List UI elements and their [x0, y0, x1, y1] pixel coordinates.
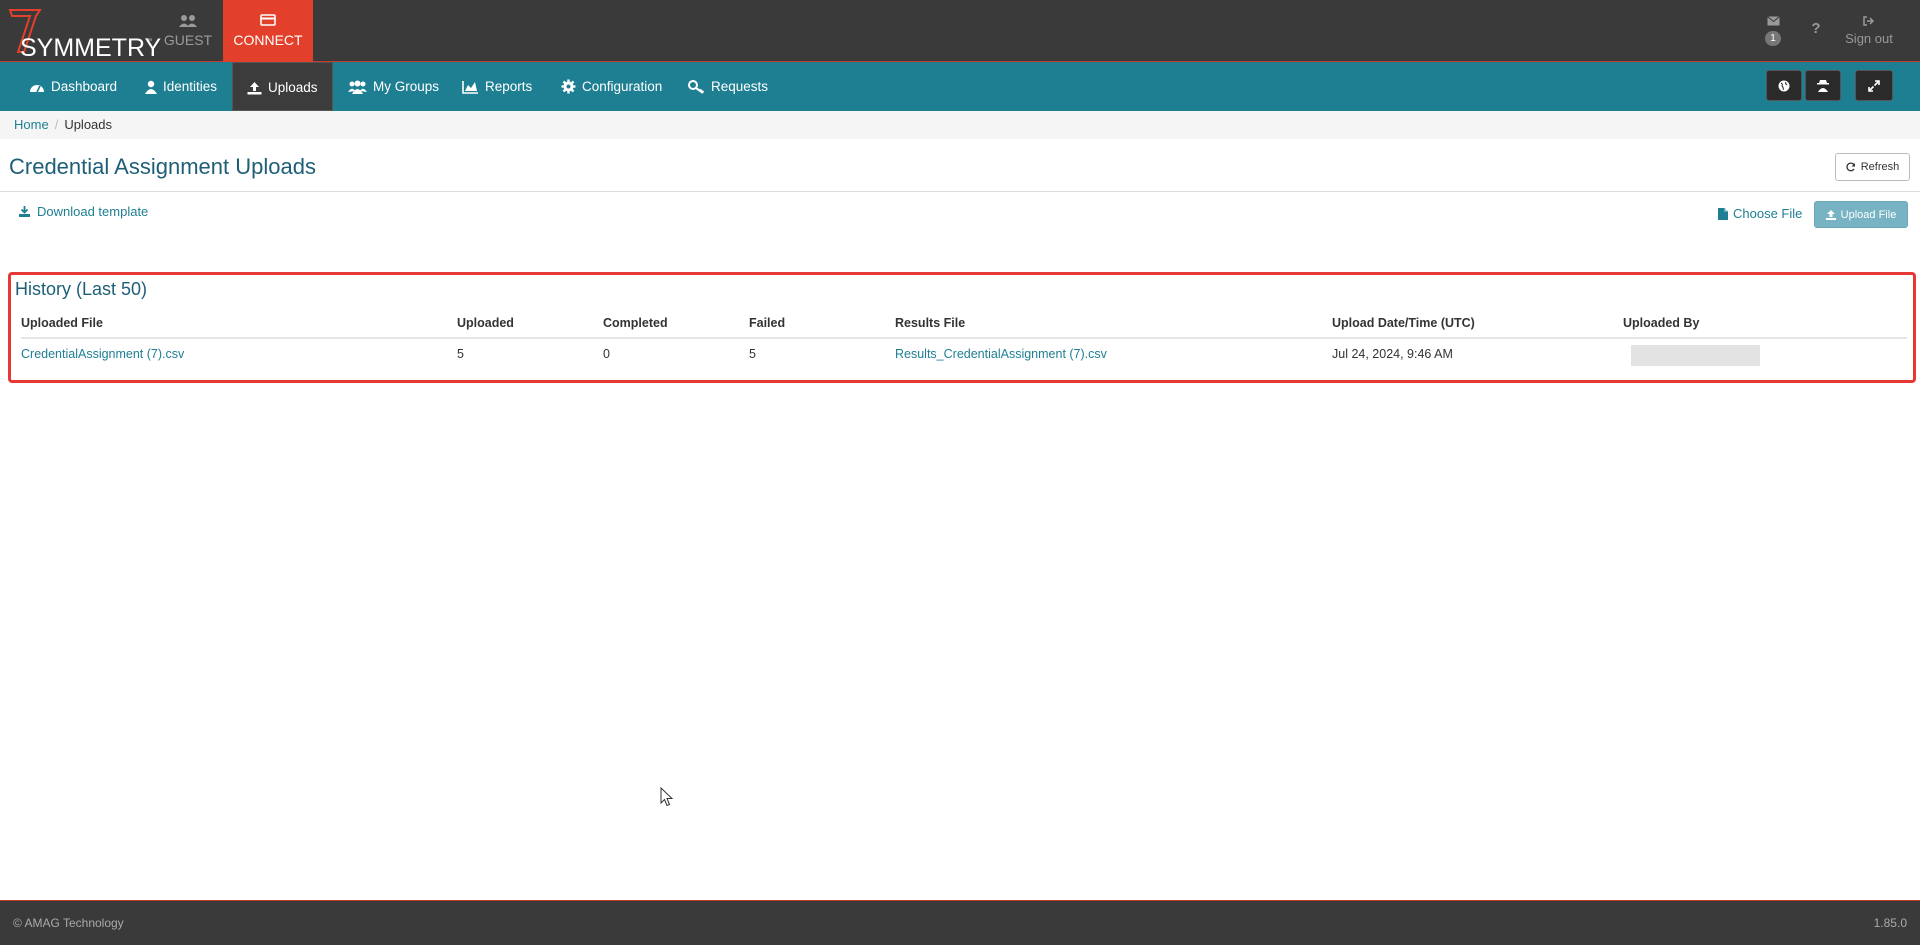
uploaded-file-link[interactable]: CredentialAssignment (7).csv [21, 347, 184, 361]
breadcrumb-current: Uploads [64, 117, 113, 132]
column-header-uploaded[interactable]: Uploaded [457, 316, 514, 330]
mode-guest[interactable]: GUEST [143, 0, 233, 62]
column-header-failed[interactable]: Failed [749, 316, 785, 330]
chart-icon [462, 81, 478, 94]
upload-history-panel: History (Last 50) Uploaded File Uploaded… [8, 272, 1916, 383]
breadcrumb-separator: / [54, 117, 59, 132]
mouse-cursor-icon [660, 787, 674, 807]
upload-icon [1825, 209, 1836, 220]
upload-file-label: Upload File [1840, 208, 1897, 221]
results-file-link[interactable]: Results_CredentialAssignment (7).csv [895, 347, 1107, 361]
footer: © AMAG Technology 1.85.0 [0, 900, 1920, 945]
sign-out-icon [1836, 14, 1902, 29]
expand-icon [1868, 79, 1880, 92]
download-template-label: Download template [37, 204, 149, 219]
refresh-button[interactable]: Refresh [1835, 153, 1910, 181]
mode-guest-label: GUEST [163, 32, 213, 48]
history-title: History (Last 50) [15, 279, 148, 299]
column-header-upload-datetime[interactable]: Upload Date/Time (UTC) [1332, 316, 1475, 330]
column-header-uploaded-file[interactable]: Uploaded File [21, 316, 103, 330]
key-icon [688, 80, 705, 94]
nav-identities-label: Identities [163, 79, 218, 94]
column-header-uploaded-by[interactable]: Uploaded By [1623, 316, 1699, 330]
uploaded-by-redacted [1631, 345, 1760, 366]
table-header-divider [21, 337, 1907, 339]
refresh-icon [1846, 162, 1855, 172]
nav-identities[interactable]: Identities [131, 62, 231, 111]
column-header-results-file[interactable]: Results File [895, 316, 965, 330]
top-bar: SYMMETRY ™ GUEST CONNECT 1 ? Sign out [0, 0, 1920, 62]
user-icon [145, 80, 157, 94]
choose-file-label: Choose File [1733, 206, 1803, 221]
groups-icon [348, 80, 367, 94]
nav-requests-label: Requests [711, 79, 769, 94]
messages-button[interactable]: 1 [1760, 0, 1786, 62]
main-nav: Dashboard Identities Uploads My Groups R… [0, 62, 1920, 111]
nav-uploads[interactable]: Uploads [232, 62, 333, 111]
mode-connect[interactable]: CONNECT [223, 0, 313, 62]
fullscreen-button[interactable] [1855, 70, 1893, 101]
upload-datetime: Jul 24, 2024, 9:46 AM [1332, 347, 1453, 361]
upload-file-button[interactable]: Upload File [1814, 201, 1908, 228]
nav-configuration-label: Configuration [582, 79, 663, 94]
dashboard-icon [30, 85, 44, 93]
incognito-button[interactable] [1805, 70, 1841, 101]
nav-dashboard[interactable]: Dashboard [15, 62, 131, 111]
globe-button[interactable] [1766, 70, 1802, 101]
nav-dashboard-label: Dashboard [51, 79, 118, 94]
nav-reports-label: Reports [485, 79, 533, 94]
nav-uploads-label: Uploads [268, 80, 318, 95]
nav-my-groups[interactable]: My Groups [334, 62, 453, 111]
globe-icon [1778, 80, 1790, 91]
breadcrumb: Home / Uploads [0, 111, 1920, 139]
user-secret-icon [1817, 80, 1829, 92]
upload-icon [247, 82, 262, 95]
mode-connect-label: CONNECT [233, 32, 303, 48]
logo-text: SYMMETRY [20, 34, 162, 62]
completed-count: 0 [603, 347, 610, 361]
file-icon [1718, 207, 1728, 220]
breadcrumb-home[interactable]: Home [14, 117, 49, 132]
gear-icon [561, 79, 576, 94]
symmetry-logo[interactable]: SYMMETRY ™ [6, 6, 161, 62]
download-template-link[interactable]: Download template [19, 204, 148, 219]
failed-count: 5 [749, 347, 756, 361]
page-title: Credential Assignment Uploads [9, 154, 316, 179]
help-button[interactable]: ? [1804, 0, 1828, 62]
envelope-icon [1760, 14, 1786, 29]
column-header-completed[interactable]: Completed [603, 316, 668, 330]
version: 1.85.0 [1873, 916, 1907, 930]
sign-out-label: Sign out [1845, 31, 1893, 46]
choose-file-button[interactable]: Choose File [1718, 206, 1802, 221]
header-divider [0, 191, 1920, 192]
sign-out-button[interactable]: Sign out [1836, 0, 1902, 62]
users-icon [143, 14, 233, 30]
uploaded-count: 5 [457, 347, 464, 361]
card-icon [223, 14, 313, 30]
copyright: © AMAG Technology [13, 916, 124, 930]
refresh-label: Refresh [1860, 161, 1900, 173]
message-count-badge: 1 [1765, 31, 1781, 46]
help-icon: ? [1811, 20, 1821, 37]
nav-configuration[interactable]: Configuration [547, 62, 676, 111]
nav-my-groups-label: My Groups [373, 79, 440, 94]
nav-reports[interactable]: Reports [448, 62, 546, 111]
download-icon [19, 206, 30, 217]
nav-requests[interactable]: Requests [674, 62, 782, 111]
